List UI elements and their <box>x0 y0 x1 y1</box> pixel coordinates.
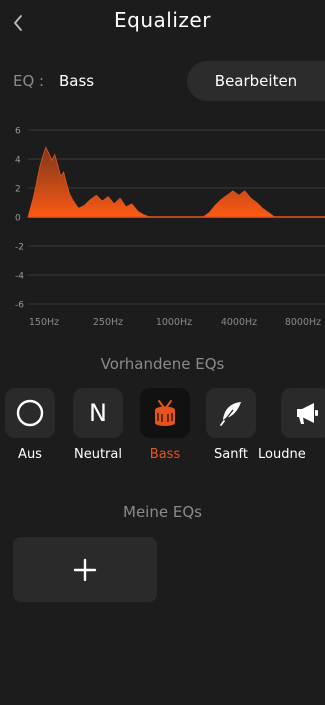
preset-bass-button[interactable] <box>140 388 190 438</box>
my-eqs-title: Meine EQs <box>123 503 202 521</box>
x-tick-label: 150Hz <box>29 317 59 328</box>
y-tick-label: 6 <box>15 127 21 137</box>
x-tick-label: 8000Hz <box>285 317 321 328</box>
preset-aus-label: Aus <box>18 447 42 462</box>
y-tick-label: 2 <box>15 185 21 195</box>
preset-bass-label: Bass <box>149 447 181 462</box>
preset-neutral-button[interactable]: N <box>73 388 123 438</box>
presets-section-title: Vorhandene EQs <box>100 355 225 373</box>
y-tick-label: -2 <box>15 243 24 253</box>
y-tick-label: -4 <box>15 272 24 282</box>
current-eq-name: Bass <box>59 72 95 90</box>
plus-icon <box>73 558 97 581</box>
drum-icon <box>155 400 175 426</box>
preset-neutral-label: Neutral <box>74 447 122 462</box>
circle-off-icon <box>16 399 44 427</box>
megaphone-icon <box>297 403 318 424</box>
page-title: Equalizer <box>114 8 211 32</box>
add-eq-button[interactable] <box>13 537 157 602</box>
edit-button[interactable]: Bearbeiten <box>187 61 325 101</box>
x-tick-label: 250Hz <box>93 317 123 328</box>
preset-sanft-label: Sanft <box>214 447 248 462</box>
feather-icon <box>220 402 241 426</box>
y-tick-label: 0 <box>15 214 21 224</box>
eq-curve-chart: 6 4 2 0 -2 -4 -6 150Hz 250Hz 1000Hz 4000Hz 8000Hz <box>15 127 325 328</box>
preset-aus-button[interactable] <box>5 388 55 438</box>
preset-loudness-label: Loudne <box>258 447 306 462</box>
preset-sanft-button[interactable] <box>206 388 256 438</box>
y-tick-label: 4 <box>15 156 21 166</box>
x-tick-label: 4000Hz <box>221 317 257 328</box>
eq-label: EQ : <box>13 72 45 90</box>
eq-curve-area <box>27 146 325 218</box>
letter-n-icon: N <box>89 399 107 427</box>
x-tick-label: 1000Hz <box>156 317 192 328</box>
y-tick-label: -6 <box>15 301 24 311</box>
preset-loudness-button[interactable] <box>281 388 325 438</box>
